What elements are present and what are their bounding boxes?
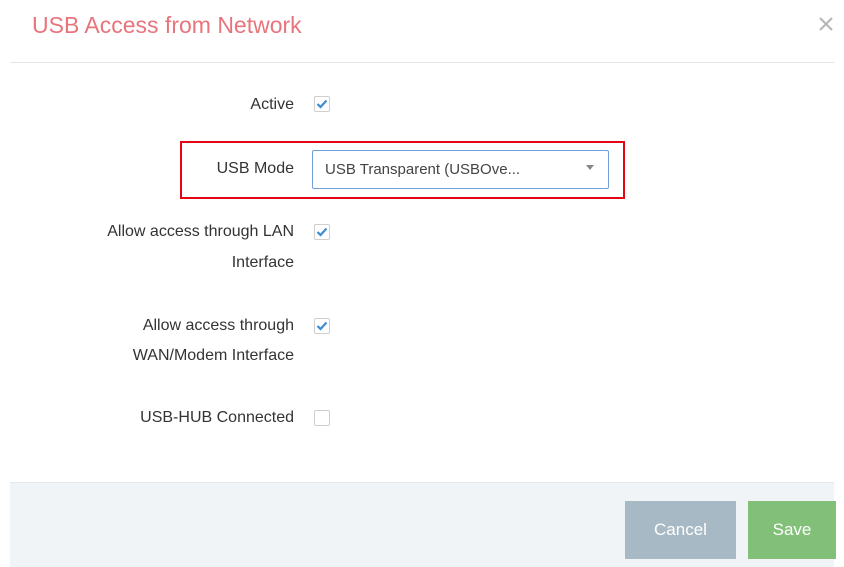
cancel-button[interactable]: Cancel — [625, 501, 736, 559]
close-button[interactable] — [812, 10, 840, 38]
usb-hub-checkbox[interactable] — [314, 410, 330, 426]
checkmark-icon — [316, 321, 328, 331]
allow-lan-label-line1: Allow access through LAN — [107, 223, 294, 240]
usb-hub-label: USB-HUB Connected — [140, 409, 294, 426]
checkmark-icon — [316, 99, 328, 109]
close-icon — [819, 17, 833, 31]
save-button[interactable]: Save — [748, 501, 836, 559]
usb-mode-label: USB Mode — [216, 160, 294, 177]
active-checkbox[interactable] — [314, 96, 330, 112]
active-label: Active — [250, 96, 294, 113]
usb-mode-value: USB Transparent (USBOve... — [325, 161, 521, 178]
allow-wan-label-line1: Allow access through — [142, 317, 294, 334]
dialog-title: USB Access from Network — [32, 12, 302, 38]
usb-mode-select[interactable]: USB Transparent (USBOve... — [312, 150, 609, 189]
usb-access-dialog: USB Access from Network Active USB Mode … — [0, 0, 844, 567]
allow-wan-label-line2: WAN/Modem Interface — [132, 347, 294, 364]
checkmark-icon — [316, 227, 328, 237]
allow-wan-checkbox[interactable] — [314, 318, 330, 334]
allow-lan-label-line2: Interface — [231, 254, 294, 271]
header-divider — [10, 62, 834, 63]
chevron-down-icon — [586, 165, 594, 170]
allow-lan-checkbox[interactable] — [314, 224, 330, 240]
